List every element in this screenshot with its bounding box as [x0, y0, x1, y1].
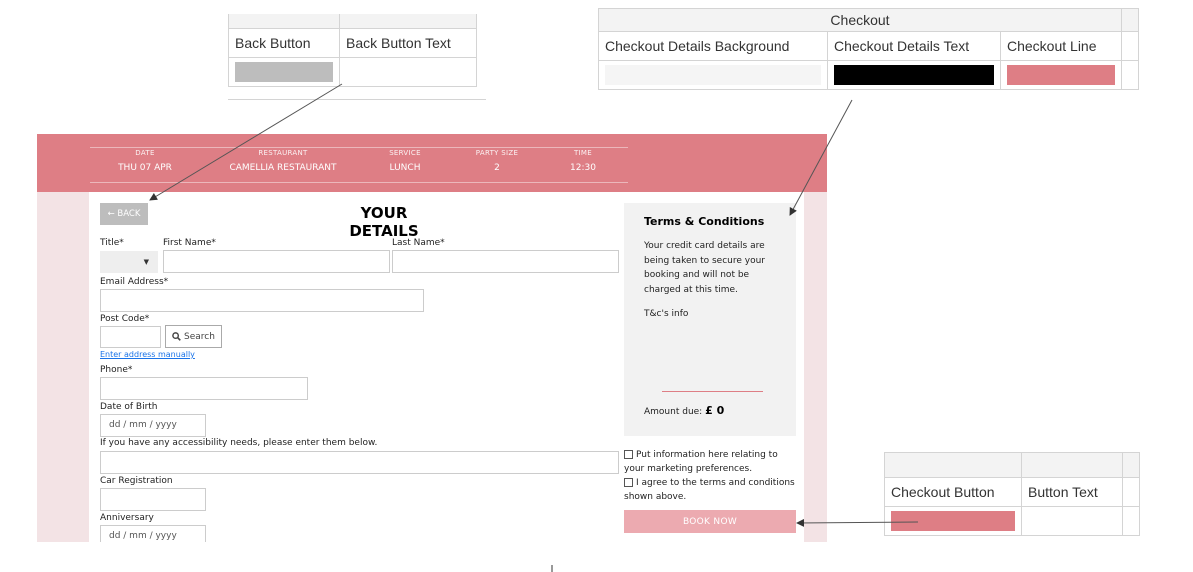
- postcode-field[interactable]: [100, 326, 161, 348]
- car-registration-field[interactable]: [100, 488, 206, 511]
- legend-back-button-text-header: Back Button Text: [339, 28, 477, 58]
- summary-service-label: SERVICE: [389, 149, 421, 157]
- phone-field[interactable]: [100, 377, 308, 400]
- accessibility-field[interactable]: [100, 451, 619, 474]
- legend-checkout-button: Checkout Button Button Text: [884, 452, 1140, 536]
- summary-restaurant: RESTAURANT CAMELLIA RESTAURANT: [208, 148, 358, 173]
- marketing-checkbox-row[interactable]: Put information here relating to your ma…: [624, 448, 796, 476]
- chevron-down-icon: ▼: [143, 258, 149, 266]
- last-name-field[interactable]: [392, 250, 619, 273]
- dob-field[interactable]: dd / mm / yyyy: [100, 414, 206, 437]
- back-button-swatch: [235, 62, 333, 82]
- divider: [228, 99, 486, 100]
- button-text-swatch: [1028, 511, 1116, 531]
- booking-summary-bar: DATE THU 07 APR RESTAURANT CAMELLIA REST…: [37, 134, 827, 192]
- last-name-label: Last Name*: [392, 238, 445, 248]
- anniversary-field[interactable]: dd / mm / yyyy: [100, 525, 206, 542]
- search-icon: [172, 332, 181, 341]
- amount-due-label: Amount due:: [644, 407, 703, 417]
- legend-checkout-line-header: Checkout Line: [1000, 31, 1122, 61]
- terms-checkbox-row[interactable]: I agree to the terms and conditions show…: [624, 476, 796, 504]
- legend-checkout-caption: Checkout: [598, 8, 1122, 32]
- page-title: YOUR DETAILS: [349, 204, 419, 240]
- terms-heading: Terms & Conditions: [644, 215, 765, 228]
- marketing-checkbox-label: Put information here relating to your ma…: [624, 450, 778, 474]
- dob-label: Date of Birth: [100, 402, 158, 412]
- terms-body: Your credit card details are being taken…: [644, 241, 765, 295]
- amount-due: Amount due: £ 0: [644, 404, 724, 417]
- summary-time: TIME 12:30: [538, 148, 628, 173]
- search-button-label: Search: [184, 331, 215, 342]
- title-select[interactable]: ▼: [100, 251, 158, 273]
- checkout-text-swatch: [834, 65, 994, 85]
- checkout-bg-swatch: [605, 65, 821, 85]
- car-registration-label: Car Registration: [100, 476, 173, 486]
- summary-party-label: PARTY SIZE: [475, 149, 519, 157]
- summary-service-value: LUNCH: [389, 163, 421, 173]
- booking-summary: DATE THU 07 APR RESTAURANT CAMELLIA REST…: [90, 147, 628, 183]
- marketing-checkbox[interactable]: [624, 450, 633, 459]
- summary-time-value: 12:30: [570, 163, 596, 173]
- booking-frame: DATE THU 07 APR RESTAURANT CAMELLIA REST…: [37, 134, 827, 542]
- legend-checkout-button-header: Checkout Button: [884, 477, 1022, 507]
- summary-date: DATE THU 07 APR: [100, 148, 190, 173]
- dob-placeholder: dd / mm / yyyy: [109, 420, 177, 430]
- summary-restaurant-label: RESTAURANT: [258, 149, 308, 157]
- details-panel: ← BACK YOUR DETAILS Title* First Name* L…: [89, 192, 804, 542]
- summary-party: PARTY SIZE 2: [452, 148, 542, 173]
- first-name-label: First Name*: [163, 238, 216, 248]
- back-button-text-swatch: [346, 62, 470, 82]
- summary-date-label: DATE: [135, 149, 155, 157]
- phone-label: Phone*: [100, 365, 133, 375]
- legend-back-button: Back Button Back Button Text: [228, 14, 486, 100]
- checkout-details: Terms & Conditions Your credit card deta…: [624, 203, 796, 436]
- terms-info: T&c's info: [644, 309, 689, 319]
- back-button[interactable]: ← BACK: [100, 203, 148, 225]
- legend-checkout-text-header: Checkout Details Text: [827, 31, 1001, 61]
- checkout-line: [662, 391, 763, 392]
- summary-service: SERVICE LUNCH: [360, 148, 450, 173]
- legend-button-text-header: Button Text: [1021, 477, 1123, 507]
- terms-checkbox-label: I agree to the terms and conditions show…: [624, 478, 795, 502]
- summary-restaurant-value: CAMELLIA RESTAURANT: [229, 163, 337, 173]
- enter-address-manually-link[interactable]: Enter address manually: [100, 350, 195, 359]
- book-now-button[interactable]: BOOK NOW: [624, 510, 796, 533]
- title-label: Title*: [100, 238, 124, 248]
- terms-checkbox[interactable]: [624, 478, 633, 487]
- email-field[interactable]: [100, 289, 424, 312]
- checkout-line-swatch: [1007, 65, 1115, 85]
- email-label: Email Address*: [100, 277, 169, 287]
- summary-date-value: THU 07 APR: [118, 163, 172, 173]
- checkout-button-swatch: [891, 511, 1015, 531]
- anniversary-label: Anniversary: [100, 513, 154, 523]
- legend-checkout-bg-header: Checkout Details Background: [598, 31, 828, 61]
- first-name-field[interactable]: [163, 250, 390, 273]
- summary-party-value: 2: [494, 163, 500, 173]
- amount-due-value: £ 0: [705, 404, 725, 417]
- search-button[interactable]: Search: [165, 325, 222, 348]
- summary-time-label: TIME: [573, 149, 592, 157]
- anniversary-placeholder: dd / mm / yyyy: [109, 531, 177, 541]
- accessibility-label: If you have any accessibility needs, ple…: [100, 438, 378, 448]
- postcode-label: Post Code*: [100, 314, 150, 324]
- legend-back-button-header: Back Button: [228, 28, 340, 58]
- legend-checkout: Checkout Checkout Details Background Che…: [598, 8, 1139, 90]
